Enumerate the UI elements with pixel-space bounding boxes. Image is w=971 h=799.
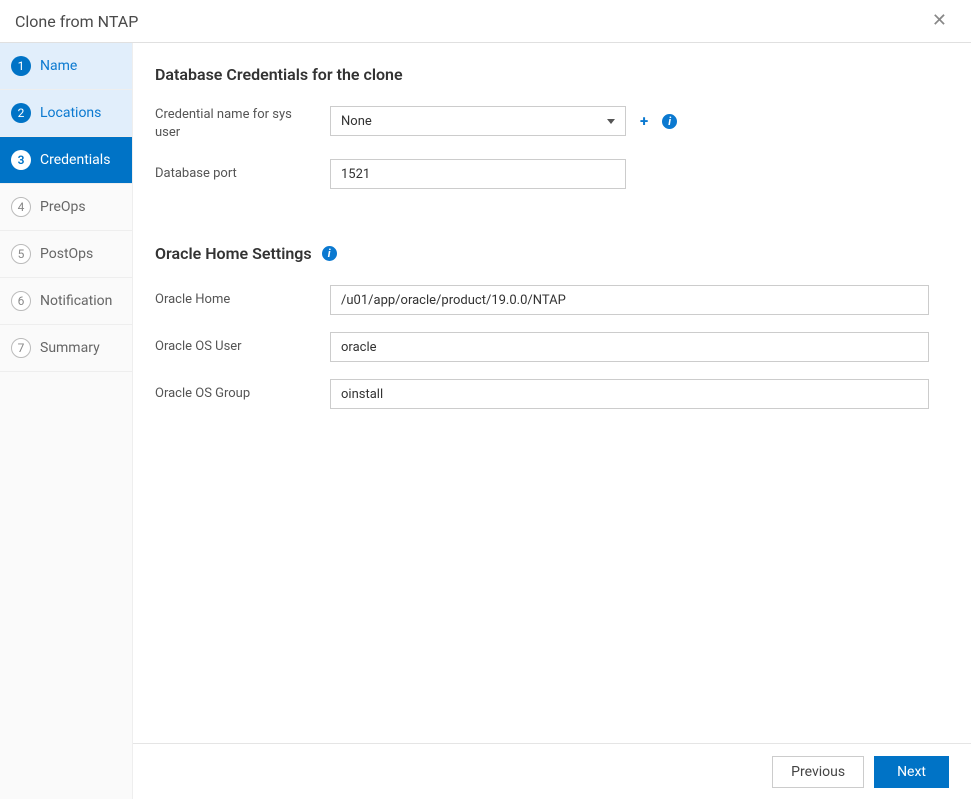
step-label: PreOps [40, 199, 86, 215]
step-label: Summary [40, 340, 100, 356]
wizard-footer: Previous Next [133, 743, 971, 799]
step-preops[interactable]: 4 PreOps [0, 184, 132, 231]
previous-button[interactable]: Previous [772, 756, 864, 788]
credentials-section-title: Database Credentials for the clone [155, 65, 933, 84]
step-label: Credentials [40, 152, 110, 168]
credential-info-button[interactable]: i [662, 114, 677, 129]
info-icon: i [328, 247, 331, 260]
step-number: 6 [11, 291, 31, 311]
wizard-content: Database Credentials for the clone Crede… [133, 43, 971, 743]
step-number: 5 [11, 244, 31, 264]
credential-name-label: Credential name for sys user [155, 106, 330, 142]
next-button[interactable]: Next [874, 756, 949, 788]
oracle-os-user-label: Oracle OS User [155, 338, 330, 356]
dialog-header: Clone from NTAP ✕ [0, 0, 971, 43]
credential-name-value: None [341, 114, 372, 129]
step-label: Locations [40, 105, 101, 121]
step-summary[interactable]: 7 Summary [0, 325, 132, 372]
database-port-label: Database port [155, 165, 330, 183]
oracle-home-input[interactable] [330, 285, 929, 315]
step-number: 2 [11, 103, 31, 123]
info-icon: i [668, 115, 671, 128]
step-label: Notification [40, 293, 112, 309]
step-label: Name [40, 58, 77, 74]
step-postops[interactable]: 5 PostOps [0, 231, 132, 278]
credential-name-dropdown[interactable]: None [330, 106, 626, 136]
plus-icon: + [640, 112, 648, 130]
oracle-os-user-input[interactable] [330, 332, 929, 362]
oracle-home-info-button[interactable]: i [322, 246, 337, 261]
add-credential-button[interactable]: + [640, 112, 648, 130]
oracle-home-section-title-text: Oracle Home Settings [155, 244, 312, 263]
oracle-os-group-label: Oracle OS Group [155, 385, 330, 403]
step-notification[interactable]: 6 Notification [0, 278, 132, 325]
wizard-sidebar: 1 Name 2 Locations 3 Credentials 4 PreOp… [0, 43, 133, 799]
close-button[interactable]: ✕ [926, 8, 953, 34]
oracle-home-section-title: Oracle Home Settings i [155, 244, 933, 263]
step-number: 1 [11, 56, 31, 76]
step-credentials[interactable]: 3 Credentials [0, 137, 132, 184]
dialog-title: Clone from NTAP [15, 12, 138, 31]
step-locations[interactable]: 2 Locations [0, 90, 132, 137]
step-number: 3 [11, 150, 31, 170]
chevron-down-icon [607, 119, 615, 124]
oracle-home-label: Oracle Home [155, 291, 330, 309]
step-name[interactable]: 1 Name [0, 43, 132, 90]
database-port-input[interactable] [330, 159, 626, 189]
close-icon: ✕ [932, 10, 947, 31]
step-number: 4 [11, 197, 31, 217]
step-label: PostOps [40, 246, 93, 262]
oracle-os-group-input[interactable] [330, 379, 929, 409]
step-number: 7 [11, 338, 31, 358]
